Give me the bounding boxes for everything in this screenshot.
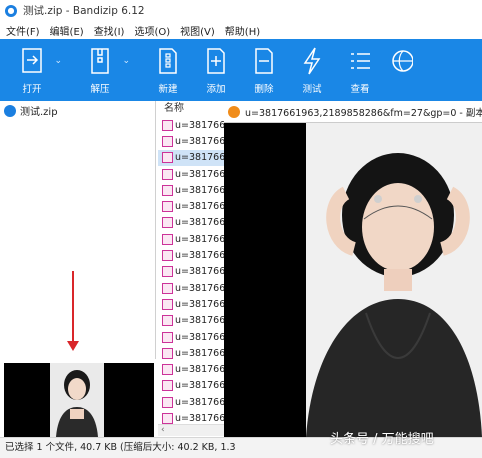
list-item[interactable]: u=381766: [158, 198, 224, 214]
menu-help[interactable]: 帮助(H): [225, 23, 260, 38]
image-viewer-window: u=3817661963,2189858286&fm=27&gp=0 - 副本 …: [224, 101, 482, 437]
scroll-left-icon[interactable]: ‹: [161, 425, 165, 435]
tree-item-archive[interactable]: 测试.zip: [4, 103, 58, 118]
add-button[interactable]: 添加: [192, 39, 240, 101]
menu-view[interactable]: 视图(V): [180, 23, 215, 38]
red-arrow-head: [67, 341, 79, 351]
image-file-icon: [162, 380, 173, 392]
list-item[interactable]: u=381766: [158, 264, 224, 280]
test-button[interactable]: 测试: [288, 39, 336, 101]
thumbnail-preview: [4, 363, 154, 437]
toolbar: 打开 ⌄ 解压 ⌄ 新建 添加 删除 测试 查看: [0, 39, 482, 101]
list-item[interactable]: u=381766: [158, 182, 224, 198]
list-item[interactable]: u=381766: [158, 313, 224, 329]
list-item[interactable]: u=381766: [158, 231, 224, 247]
extract-button[interactable]: 解压 ⌄: [76, 39, 130, 101]
list-item[interactable]: u=381766: [158, 117, 224, 133]
image-file-icon: [162, 396, 173, 408]
open-button[interactable]: 打开 ⌄: [8, 39, 62, 101]
file-list: 名称 u=381766 u=381766 u=381766 u=381766 u…: [158, 101, 224, 437]
watermark-text: 头条号 / 万能搜吧: [330, 432, 434, 447]
delete-label: 删除: [254, 84, 274, 95]
window-title: 测试.zip - Bandizip 6.12: [23, 5, 145, 17]
delete-button[interactable]: 删除: [240, 39, 288, 101]
viewer-app-icon: [228, 105, 240, 118]
open-label: 打开: [22, 84, 42, 95]
red-arrow-annotation: [72, 271, 74, 345]
image-file-icon: [162, 233, 173, 245]
image-file-icon: [162, 331, 173, 343]
image-file-icon: [162, 152, 173, 164]
menu-bar: 文件(F) 编辑(E) 查找(I) 选项(O) 视图(V) 帮助(H): [0, 21, 482, 39]
list-item[interactable]: u=381766: [158, 166, 224, 182]
image-file-icon: [162, 315, 173, 327]
portrait-thumbnail-image: [50, 363, 104, 437]
lightning-icon: [303, 47, 321, 75]
image-file-icon: [162, 119, 173, 131]
list-item[interactable]: u=381766: [158, 133, 224, 149]
globe-icon: [392, 50, 413, 72]
list-item[interactable]: u=381766: [158, 394, 224, 410]
menu-file[interactable]: 文件(F): [6, 23, 40, 38]
list-view-icon: [351, 53, 370, 69]
list-item-selected[interactable]: u=381766: [158, 149, 224, 166]
delete-file-icon: [255, 48, 273, 74]
menu-find[interactable]: 查找(I): [94, 23, 125, 38]
new-archive-icon: [159, 48, 177, 74]
extract-icon: [91, 48, 109, 74]
image-file-icon: [162, 347, 173, 359]
tree-item-label: 测试.zip: [20, 107, 58, 118]
bandizip-app-icon: ●: [5, 4, 17, 17]
view-label: 查看: [350, 84, 370, 95]
image-file-icon: [162, 282, 173, 294]
zip-archive-icon: [4, 104, 16, 117]
chevron-down-icon[interactable]: ⌄: [122, 56, 130, 66]
menu-options[interactable]: 选项(O): [134, 23, 170, 38]
viewer-photo: [306, 123, 482, 437]
globe-button[interactable]: [384, 39, 414, 101]
list-item[interactable]: u=381766: [158, 296, 224, 312]
portrait-photo-image: [306, 123, 482, 437]
list-item[interactable]: u=381766: [158, 280, 224, 296]
list-item[interactable]: u=381766: [158, 215, 224, 231]
list-item[interactable]: u=381766: [158, 361, 224, 377]
image-file-icon: [162, 201, 173, 213]
viewer-title-bar: u=3817661963,2189858286&fm=27&gp=0 - 副本 …: [224, 101, 482, 123]
list-item[interactable]: u=381766: [158, 345, 224, 361]
test-label: 测试: [302, 84, 322, 95]
list-item[interactable]: u=381766: [158, 329, 224, 345]
image-file-icon: [162, 250, 173, 262]
open-icon: [22, 48, 42, 73]
new-button[interactable]: 新建: [144, 39, 192, 101]
image-file-icon: [162, 184, 173, 196]
new-label: 新建: [158, 84, 178, 95]
view-button[interactable]: 查看: [336, 39, 384, 101]
image-file-icon: [162, 412, 173, 424]
image-file-icon: [162, 298, 173, 310]
column-header-name[interactable]: 名称: [158, 101, 224, 117]
title-bar: ● 测试.zip - Bandizip 6.12: [0, 0, 482, 21]
bandizip-window: ● 测试.zip - Bandizip 6.12 文件(F) 编辑(E) 查找(…: [0, 0, 482, 458]
horizontal-scrollbar[interactable]: ‹: [158, 424, 224, 436]
folder-tree: 测试.zip: [0, 101, 156, 359]
image-file-icon: [162, 135, 173, 147]
image-file-icon: [162, 168, 173, 180]
image-file-icon: [162, 266, 173, 278]
list-item[interactable]: u=381766: [158, 378, 224, 394]
list-item[interactable]: u=381766: [158, 247, 224, 263]
image-file-icon: [162, 364, 173, 376]
thumbnail-photo: [50, 363, 104, 437]
menu-edit[interactable]: 编辑(E): [50, 23, 84, 38]
chevron-down-icon[interactable]: ⌄: [54, 56, 62, 66]
add-file-icon: [207, 48, 225, 74]
extract-label: 解压: [90, 84, 110, 95]
image-file-icon: [162, 217, 173, 229]
viewer-title: u=3817661963,2189858286&fm=27&gp=0 - 副本 …: [245, 107, 482, 119]
add-label: 添加: [206, 84, 226, 95]
